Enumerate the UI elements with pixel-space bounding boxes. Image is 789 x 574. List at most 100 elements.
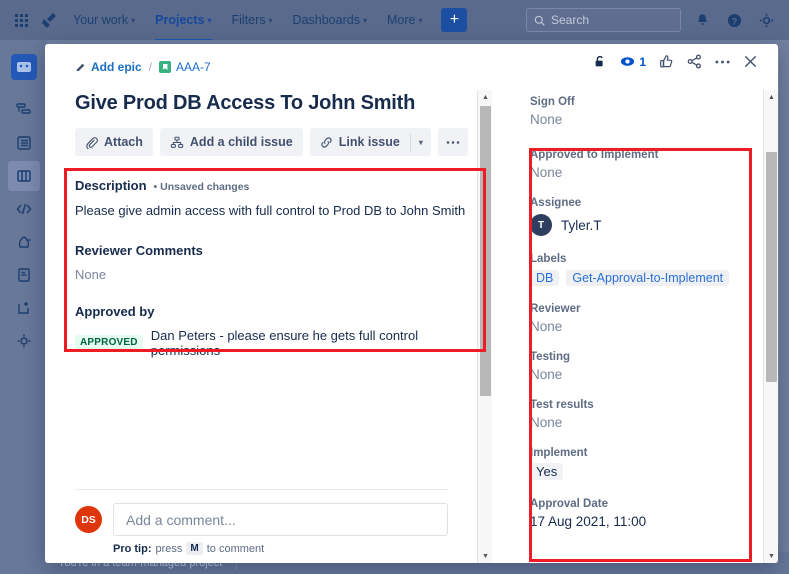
chevron-down-icon: ▾ bbox=[207, 15, 212, 25]
link-icon bbox=[321, 136, 332, 148]
link-issue-button[interactable]: Link issue bbox=[310, 128, 410, 156]
sidebar-item-add-item[interactable] bbox=[8, 293, 40, 323]
sidebar-item-roadmap[interactable] bbox=[8, 95, 40, 125]
chevron-down-icon: ▾ bbox=[362, 15, 367, 25]
search-input[interactable]: Search bbox=[526, 8, 681, 32]
more-actions-icon bbox=[446, 140, 460, 144]
field-labels-value[interactable]: DB Get-Approval-to-Implement bbox=[530, 270, 778, 286]
issue-main-pane: Give Prod DB Access To John Smith Attach… bbox=[45, 90, 492, 563]
fields-pane-scrollbar[interactable]: ▲ ▼ bbox=[763, 90, 778, 563]
field-reviewer-label: Reviewer bbox=[530, 303, 581, 315]
nav-filters[interactable]: Filters ▾ bbox=[223, 7, 282, 33]
comment-input[interactable]: Add a comment... bbox=[113, 503, 448, 536]
field-reviewer: Reviewer None bbox=[530, 303, 778, 334]
field-testing: Testing None bbox=[530, 351, 778, 382]
page-title: Give Prod DB Access To John Smith bbox=[75, 92, 416, 114]
scroll-up-arrow-icon[interactable]: ▲ bbox=[478, 90, 493, 104]
more-actions-icon[interactable] bbox=[715, 59, 730, 65]
attach-button[interactable]: Attach bbox=[75, 128, 153, 156]
scroll-down-arrow-icon[interactable]: ▼ bbox=[478, 549, 493, 563]
field-test-results-value[interactable]: None bbox=[530, 415, 778, 430]
nav-more[interactable]: More ▾ bbox=[378, 7, 432, 33]
field-reviewer-value[interactable]: None bbox=[530, 319, 778, 334]
nav-dashboards-label: Dashboards bbox=[292, 13, 360, 27]
modal-header-actions: 1 bbox=[593, 54, 758, 69]
chevron-down-icon: ▾ bbox=[268, 15, 273, 25]
field-testing-value[interactable]: None bbox=[530, 367, 778, 382]
field-approval-date-value[interactable]: 17 Aug 2021, 11:00 bbox=[530, 514, 778, 529]
help-icon[interactable]: ? bbox=[723, 9, 745, 31]
nav-dashboards[interactable]: Dashboards ▾ bbox=[284, 7, 376, 33]
sidebar-item-board[interactable] bbox=[8, 161, 40, 191]
paperclip-icon bbox=[86, 136, 98, 149]
sidebar-item-code[interactable] bbox=[8, 194, 40, 224]
attach-label: Attach bbox=[104, 135, 143, 149]
app-switcher-grid-icon[interactable] bbox=[8, 5, 34, 35]
share-icon[interactable] bbox=[687, 54, 702, 69]
field-sign-off-value[interactable]: None bbox=[530, 112, 778, 127]
issue-fields-scroll: Sign Off None Approved to Implement None… bbox=[492, 90, 778, 563]
issue-action-buttons: Attach Add a child issue Link issue ▾ bbox=[75, 128, 478, 156]
notifications-bell-icon[interactable] bbox=[691, 9, 713, 31]
add-child-issue-button[interactable]: Add a child issue bbox=[159, 128, 303, 156]
label-chip[interactable]: DB bbox=[530, 270, 560, 286]
modal-header: Add epic / AAA-7 1 bbox=[45, 44, 778, 90]
comment-row: DS Add a comment... bbox=[75, 503, 448, 536]
close-icon[interactable] bbox=[743, 54, 758, 69]
sidebar-item-project-settings[interactable] bbox=[8, 326, 40, 356]
nav-your-work[interactable]: Your work ▾ bbox=[64, 7, 144, 33]
chevron-down-icon: ▾ bbox=[131, 15, 136, 25]
unsaved-changes-indicator: • Unsaved changes bbox=[153, 181, 250, 193]
breadcrumb-issue-key[interactable]: AAA-7 bbox=[159, 60, 211, 74]
avatar[interactable]: DS bbox=[75, 506, 102, 533]
sidebar-item-releases[interactable] bbox=[8, 227, 40, 257]
reviewer-comments-field: Reviewer Comments None bbox=[75, 243, 478, 282]
field-approved-to-implement: Approved to Implement None bbox=[530, 149, 778, 180]
field-approval-date-label: Approval Date bbox=[530, 498, 608, 510]
description-field: Description • Unsaved changes Please giv… bbox=[75, 178, 478, 221]
comment-divider bbox=[75, 489, 448, 490]
scroll-up-arrow-icon[interactable]: ▲ bbox=[764, 90, 778, 104]
scrollbar-thumb[interactable] bbox=[480, 106, 491, 396]
field-implement-value[interactable]: Yes bbox=[530, 463, 564, 480]
nav-projects[interactable]: Projects ▾ bbox=[146, 7, 220, 42]
field-sign-off-label: Sign Off bbox=[530, 96, 575, 108]
nav-filters-label: Filters bbox=[231, 13, 266, 27]
scrollbar-thumb[interactable] bbox=[766, 152, 777, 382]
description-label: Description bbox=[75, 178, 147, 193]
settings-gear-icon[interactable] bbox=[755, 9, 777, 31]
jira-logo-icon[interactable] bbox=[36, 5, 62, 35]
add-epic-button[interactable]: Add epic bbox=[75, 60, 142, 74]
field-test-results: Test results None bbox=[530, 399, 778, 430]
field-assignee-value[interactable]: T Tyler.T bbox=[530, 214, 778, 236]
description-value[interactable]: Please give admin access with full contr… bbox=[75, 202, 478, 221]
assignee-name: Tyler.T bbox=[561, 217, 602, 233]
project-sidebar bbox=[0, 40, 48, 552]
create-button[interactable]: + bbox=[441, 8, 468, 32]
more-options-button[interactable] bbox=[437, 128, 468, 156]
comment-placeholder: Add a comment... bbox=[126, 511, 236, 528]
reviewer-comments-value[interactable]: None bbox=[75, 267, 478, 282]
field-implement: Implement Yes bbox=[530, 447, 778, 481]
link-issue-dropdown-button[interactable]: ▾ bbox=[411, 128, 431, 156]
sidebar-item-backlog[interactable] bbox=[8, 128, 40, 158]
field-approved-to-implement-value[interactable]: None bbox=[530, 165, 778, 180]
scroll-down-arrow-icon[interactable]: ▼ bbox=[764, 549, 778, 563]
comment-composer: DS Add a comment... Pro tip: press M to … bbox=[75, 489, 448, 555]
field-labels: Labels DB Get-Approval-to-Implement bbox=[530, 253, 778, 286]
label-chip[interactable]: Get-Approval-to-Implement bbox=[566, 270, 730, 286]
chevron-down-icon: ▾ bbox=[418, 137, 423, 147]
unlock-icon[interactable] bbox=[593, 54, 607, 69]
add-child-issue-label: Add a child issue bbox=[189, 135, 293, 149]
main-pane-scrollbar[interactable]: ▲ ▼ bbox=[477, 90, 492, 563]
screen: Your work ▾ Projects ▾ Filters ▾ Dashboa… bbox=[0, 0, 789, 574]
watch-eye-icon[interactable]: 1 bbox=[620, 54, 646, 69]
approved-by-value-row[interactable]: APPROVED Dan Peters - please ensure he g… bbox=[75, 328, 478, 358]
sidebar-item-pages[interactable] bbox=[8, 260, 40, 290]
thumbs-up-icon[interactable] bbox=[659, 54, 674, 69]
approved-by-field: Approved by APPROVED Dan Peters - please… bbox=[75, 304, 478, 358]
field-test-results-label: Test results bbox=[530, 399, 594, 411]
nav-more-label: More bbox=[386, 13, 416, 27]
approved-by-note: Dan Peters - please ensure he gets full … bbox=[150, 327, 419, 358]
sidebar-item-project-avatar[interactable] bbox=[11, 54, 37, 80]
